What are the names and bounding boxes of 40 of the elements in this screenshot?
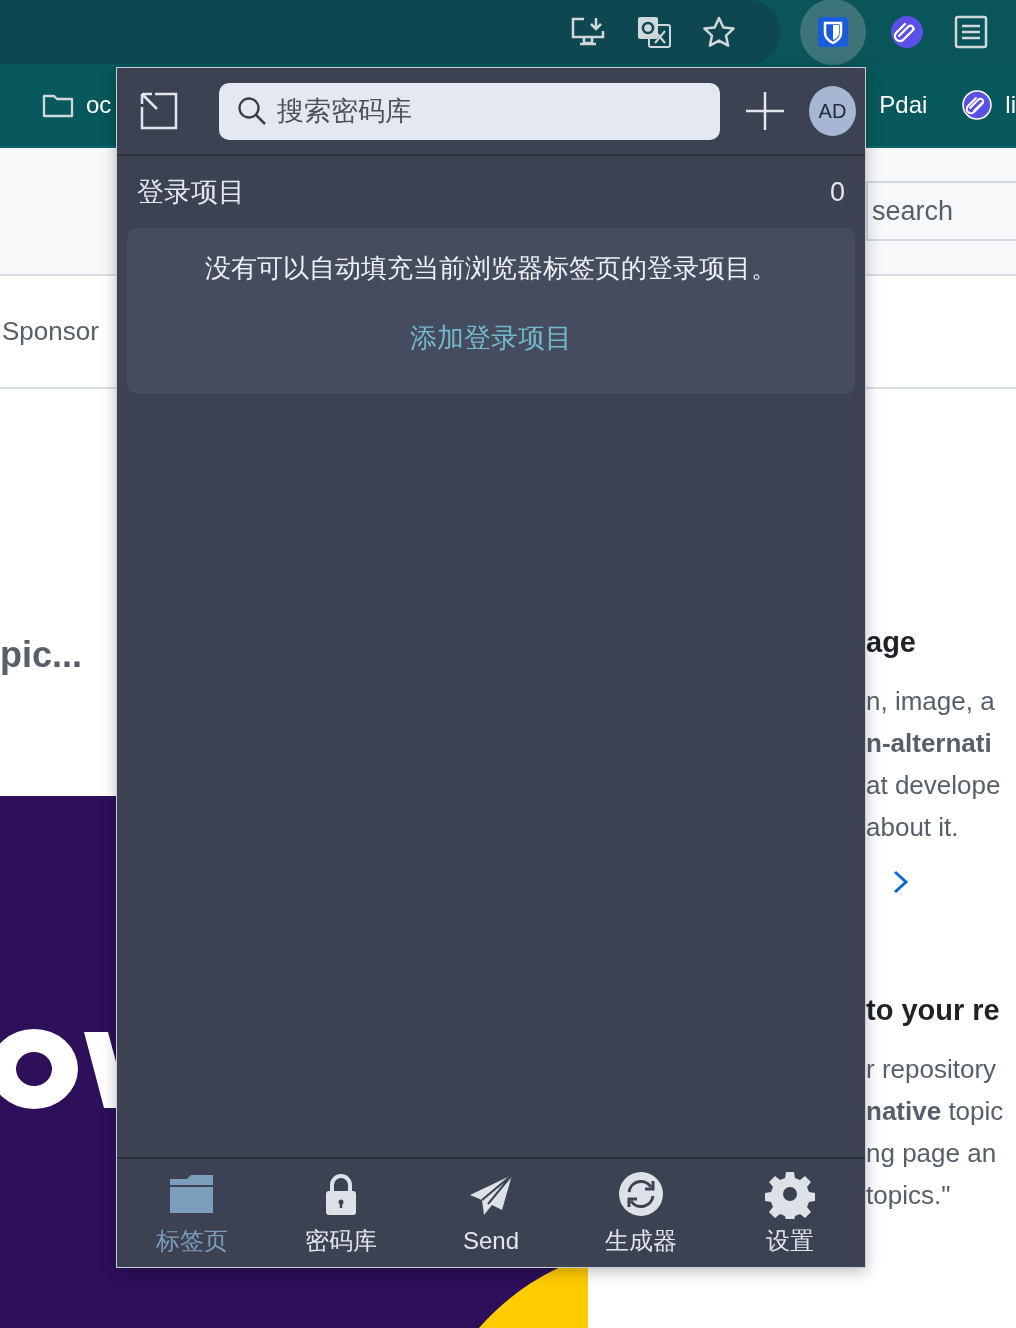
- section-heading: pic...: [0, 634, 84, 676]
- paperclip-icon: [961, 89, 994, 121]
- description-text: about it.: [866, 811, 960, 844]
- nav-tab[interactable]: 设置: [715, 1159, 865, 1267]
- empty-message: 没有可以自动填充当前浏览器标签页的登录项目。: [205, 252, 777, 285]
- description-text: native topic: [866, 1095, 1005, 1128]
- section-heading: age: [866, 625, 917, 660]
- bookmark-link[interactable]: Pdai: [879, 91, 928, 119]
- expand-icon: [139, 91, 179, 131]
- account-avatar[interactable]: AD: [809, 86, 856, 136]
- star-icon[interactable]: [702, 16, 736, 48]
- expand-button[interactable]: [139, 91, 179, 131]
- nav-tab[interactable]: 标签页: [117, 1159, 267, 1267]
- translate-icon[interactable]: [636, 15, 672, 49]
- nav-tab[interactable]: 密码库: [266, 1159, 417, 1267]
- bookmark-link[interactable]: li: [1005, 91, 1016, 119]
- sponsors-label[interactable]: Sponsor: [0, 316, 99, 347]
- description-text: ng page an: [866, 1137, 998, 1170]
- chevron-right-icon[interactable]: [892, 870, 910, 894]
- section-title: 登录项目: [137, 176, 245, 209]
- description-text: at develope: [866, 769, 1002, 802]
- settings-icon: [765, 1169, 816, 1219]
- search-icon: [237, 96, 267, 126]
- description-text: r repository: [866, 1053, 998, 1086]
- description-text: n-alternati: [866, 727, 993, 760]
- nav-tab[interactable]: 生成器: [565, 1159, 716, 1267]
- add-login-link[interactable]: 添加登录项目: [410, 320, 572, 356]
- bookmark-link[interactable]: oc: [86, 91, 112, 119]
- install-icon[interactable]: [570, 16, 606, 48]
- plus-icon: [745, 91, 785, 131]
- search-input[interactable]: 搜索密码库: [277, 95, 697, 127]
- search-field[interactable]: search: [866, 181, 1016, 241]
- section-heading: to your re: [866, 993, 1001, 1028]
- item-count: 0: [829, 176, 845, 208]
- add-button[interactable]: [745, 91, 785, 131]
- shield-icon: [818, 17, 848, 47]
- description-text: n, image, a: [866, 685, 996, 718]
- search-field[interactable]: 搜索密码库: [219, 82, 720, 140]
- nav-tab[interactable]: Send: [416, 1159, 566, 1267]
- description-text: topics.": [866, 1179, 952, 1212]
